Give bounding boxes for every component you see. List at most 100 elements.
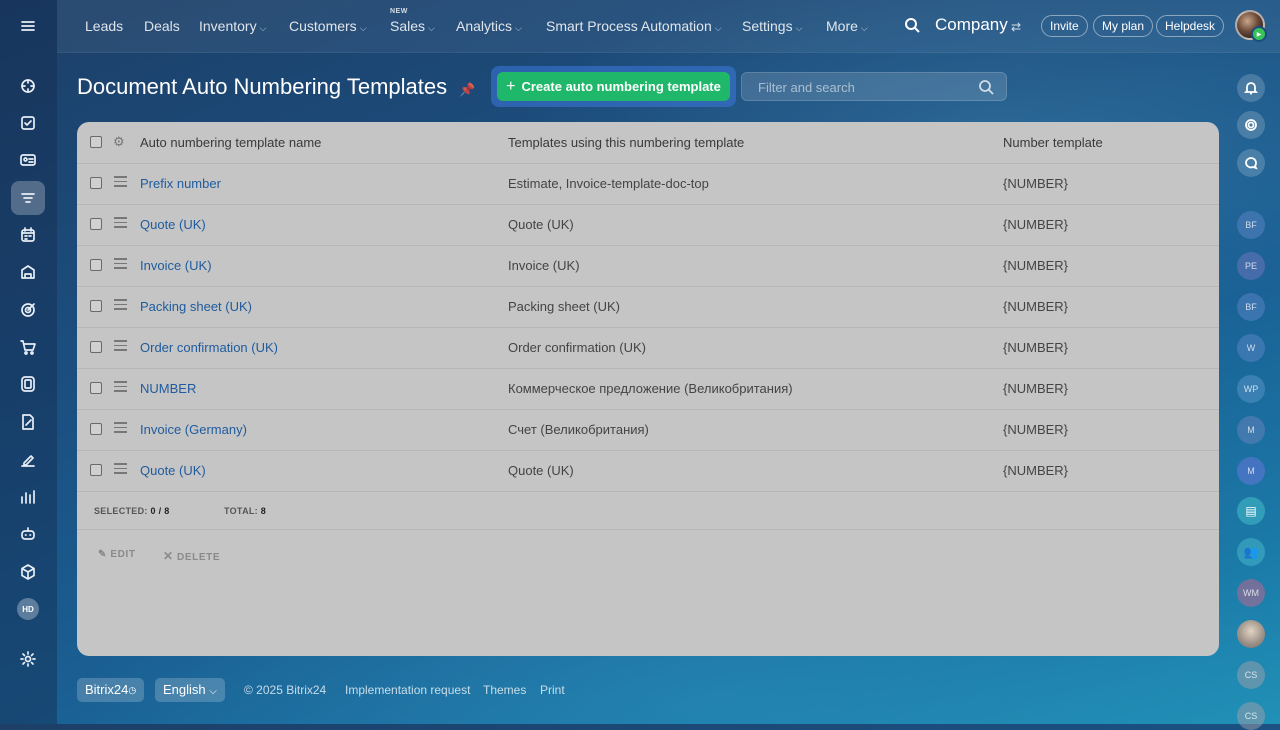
template-name-link[interactable]: Quote (UK) <box>140 463 206 478</box>
drag-handle-icon[interactable] <box>114 340 127 354</box>
nav-item-inventory[interactable]: Inventory ⌵ <box>199 18 266 34</box>
drag-handle-icon[interactable] <box>114 381 127 395</box>
pin-icon[interactable]: 📌 <box>459 82 475 98</box>
drag-handle-icon[interactable] <box>114 299 127 313</box>
chat-avatar[interactable]: BF <box>1237 211 1265 239</box>
copilot-icon[interactable] <box>1237 111 1265 139</box>
filter-search-icon[interactable] <box>978 79 994 100</box>
chat-avatar[interactable]: PE <box>1237 252 1265 280</box>
header-template-name[interactable]: Auto numbering template name <box>140 135 321 150</box>
table-row[interactable]: NUMBER Коммерческое предложение (Великобр… <box>77 368 1219 410</box>
chat-avatar[interactable]: M <box>1237 457 1265 485</box>
nav-item-customers[interactable]: Customers ⌵ <box>289 18 367 34</box>
selected-value: 0 / 8 <box>150 506 170 516</box>
drag-handle-icon[interactable] <box>114 176 127 190</box>
chat-avatar-photo[interactable] <box>1237 620 1265 648</box>
chat-avatar[interactable]: WP <box>1237 375 1265 403</box>
invite-button[interactable]: Invite <box>1041 15 1088 37</box>
template-name-link[interactable]: Invoice (Germany) <box>140 422 247 437</box>
notifications-bell-icon[interactable] <box>1237 74 1265 102</box>
chat-avatar[interactable]: M <box>1237 416 1265 444</box>
drag-handle-icon[interactable] <box>114 217 127 231</box>
nav-item-sales[interactable]: Sales ⌵ <box>390 18 435 34</box>
company-settings-icon[interactable]: ⇄ <box>1011 20 1021 34</box>
my-plan-button[interactable]: My plan <box>1093 15 1154 37</box>
robot-icon[interactable] <box>11 517 45 551</box>
analytics-icon[interactable] <box>11 480 45 514</box>
table-row[interactable]: Prefix number Estimate, Invoice-template-… <box>77 163 1219 205</box>
table-row[interactable]: Packing sheet (UK) Packing sheet (UK) {NUM… <box>77 286 1219 328</box>
templates-using-cell: Order confirmation (UK) <box>508 340 646 355</box>
row-checkbox[interactable] <box>90 464 102 476</box>
header-number-template[interactable]: Number template <box>1003 135 1103 150</box>
template-name-link[interactable]: NUMBER <box>140 381 196 396</box>
store-icon[interactable] <box>11 255 45 289</box>
chat-avatar[interactable]: WM <box>1237 579 1265 607</box>
edit-action[interactable]: ✎ EDIT <box>98 549 136 560</box>
chat-icon[interactable] <box>1237 149 1265 177</box>
table-row[interactable]: Invoice (Germany) Счет (Великобритания) {N… <box>77 409 1219 451</box>
table-row[interactable]: Order confirmation (UK) Order confirmatio… <box>77 327 1219 369</box>
row-checkbox[interactable] <box>90 177 102 189</box>
drag-handle-icon[interactable] <box>114 258 127 272</box>
chat-avatar[interactable]: CS <box>1237 661 1265 689</box>
nav-item-smart-process-automation[interactable]: Smart Process Automation ⌵ <box>546 18 722 34</box>
chat-avatar[interactable]: CS <box>1237 702 1265 730</box>
language-selector[interactable]: English ⌵ <box>155 678 225 702</box>
delete-action[interactable]: ✕ DELETE <box>163 549 220 563</box>
template-name-link[interactable]: Packing sheet (UK) <box>140 299 252 314</box>
drag-handle-icon[interactable] <box>114 463 127 477</box>
themes-link[interactable]: Themes <box>483 683 526 697</box>
search-icon[interactable] <box>904 17 920 38</box>
nav-item-leads[interactable]: Leads <box>85 18 123 34</box>
template-name-link[interactable]: Prefix number <box>140 176 221 191</box>
nav-item-settings[interactable]: Settings ⌵ <box>742 18 802 34</box>
row-checkbox[interactable] <box>90 341 102 353</box>
row-checkbox[interactable] <box>90 423 102 435</box>
open-channel-icon[interactable]: ▤ <box>1237 497 1265 525</box>
crm-filter-icon[interactable] <box>11 181 45 215</box>
menu-icon[interactable] <box>11 9 45 43</box>
table-row[interactable]: Invoice (UK) Invoice (UK) {NUMBER} <box>77 245 1219 287</box>
chat-avatar[interactable]: W <box>1237 334 1265 362</box>
helpdesk-item[interactable]: HD <box>11 592 45 626</box>
target-icon[interactable] <box>11 293 45 327</box>
group-chat-icon[interactable]: 👥 <box>1237 538 1265 566</box>
row-checkbox[interactable] <box>90 382 102 394</box>
helpdesk-button[interactable]: Helpdesk <box>1156 15 1225 37</box>
company-name[interactable]: Company <box>935 15 1008 35</box>
template-name-link[interactable]: Invoice (UK) <box>140 258 212 273</box>
table-settings-gear-icon[interactable]: ⚙ <box>113 134 125 150</box>
filter-search-input[interactable] <box>756 79 970 96</box>
nav-item-analytics[interactable]: Analytics ⌵ <box>456 18 522 34</box>
nav-item-deals[interactable]: Deals <box>144 18 180 34</box>
user-avatar[interactable]: ▶ <box>1235 10 1267 42</box>
cart-icon[interactable] <box>11 330 45 364</box>
nav-item-more[interactable]: More ⌵ <box>826 18 868 34</box>
implementation-request-link[interactable]: Implementation request <box>345 683 470 697</box>
print-link[interactable]: Print <box>540 683 565 697</box>
settings-gear-icon[interactable] <box>11 642 45 676</box>
row-checkbox[interactable] <box>90 218 102 230</box>
calendar-icon[interactable] <box>11 218 45 252</box>
marketplace-icon[interactable] <box>11 555 45 589</box>
drive-icon[interactable] <box>11 367 45 401</box>
table-row[interactable]: Quote (UK) Quote (UK) {NUMBER} <box>77 450 1219 492</box>
chat-avatar[interactable]: BF <box>1237 293 1265 321</box>
table-row[interactable]: Quote (UK) Quote (UK) {NUMBER} <box>77 204 1219 246</box>
documents-sign-icon[interactable] <box>11 405 45 439</box>
header-templates-using[interactable]: Templates using this numbering template <box>508 135 744 150</box>
bitrix24-brand-button[interactable]: Bitrix24◷ <box>77 678 145 702</box>
activity-stream-icon[interactable] <box>11 69 45 103</box>
table-counts: SELECTED: 0 / 8 TOTAL: 8 <box>77 491 1219 530</box>
signature-icon[interactable] <box>11 443 45 477</box>
create-template-button[interactable]: + Create auto numbering template <box>497 72 730 101</box>
row-checkbox[interactable] <box>90 259 102 271</box>
template-name-link[interactable]: Quote (UK) <box>140 217 206 232</box>
template-name-link[interactable]: Order confirmation (UK) <box>140 340 278 355</box>
select-all-checkbox[interactable] <box>90 136 102 148</box>
contacts-icon[interactable] <box>11 143 45 177</box>
drag-handle-icon[interactable] <box>114 422 127 436</box>
row-checkbox[interactable] <box>90 300 102 312</box>
tasks-icon[interactable] <box>11 106 45 140</box>
